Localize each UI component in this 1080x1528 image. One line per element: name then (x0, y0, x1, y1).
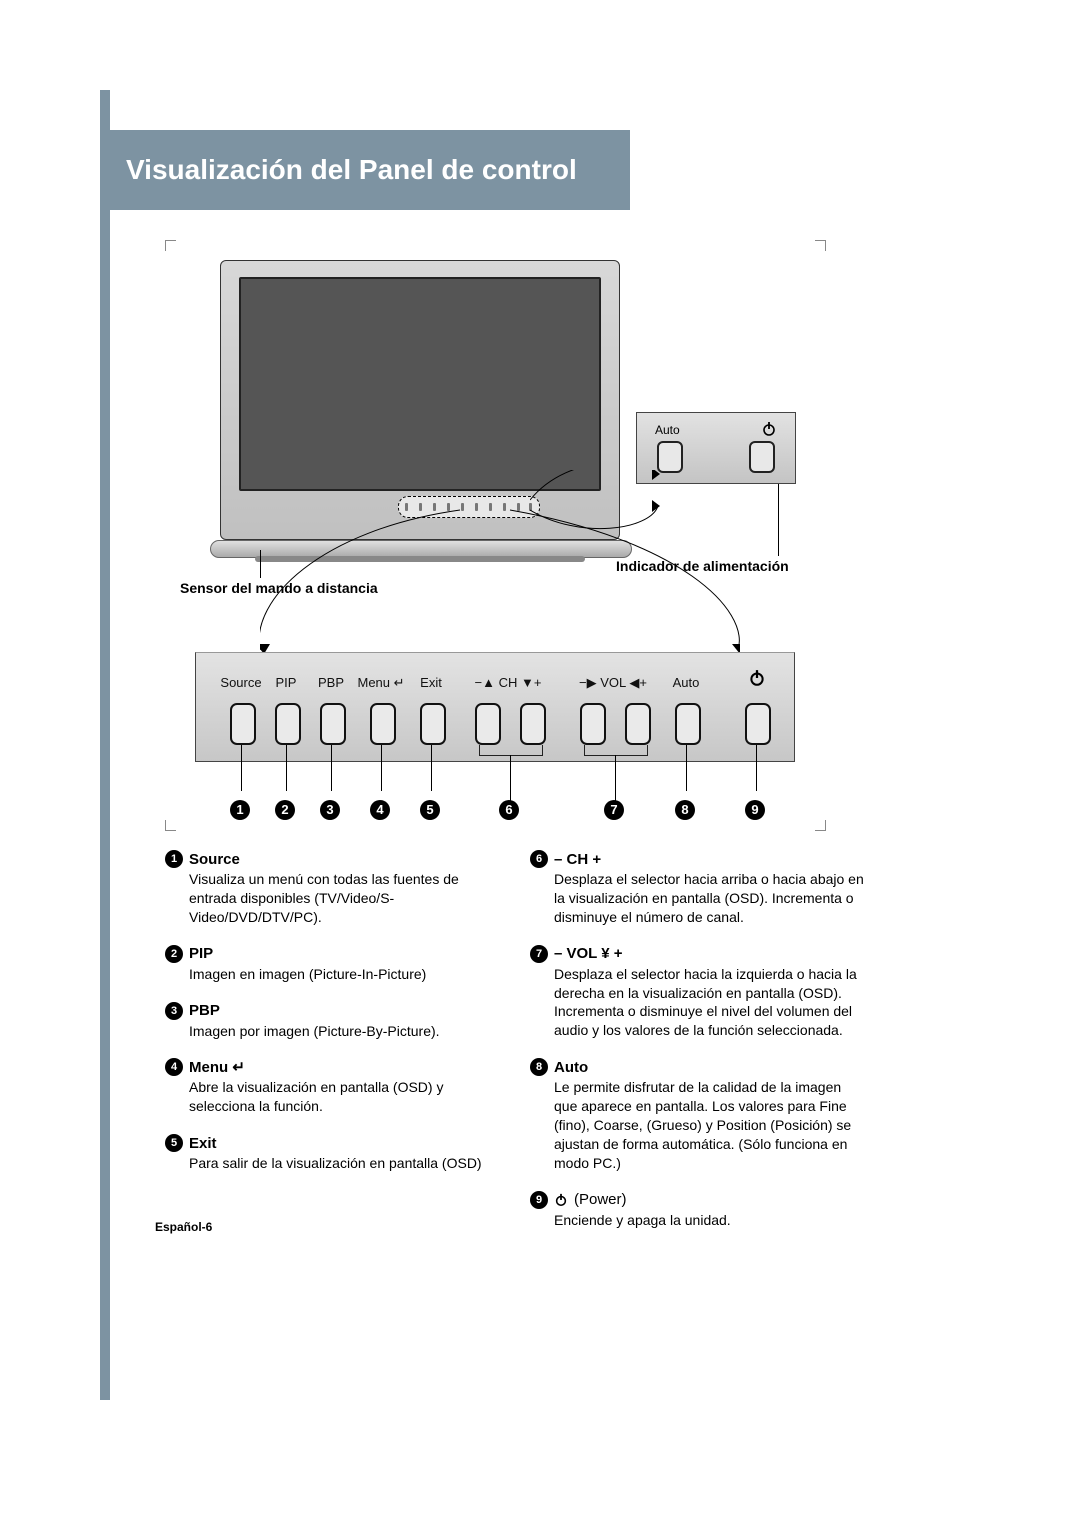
inset-auto-button[interactable] (657, 441, 683, 473)
definitions-left: 1Source Visualiza un menú con todas las … (165, 850, 500, 1248)
ch-up-button[interactable] (520, 703, 546, 745)
marker-7: 7 (604, 800, 624, 820)
panel-label-pbp: PBP (318, 675, 344, 690)
vol-down-button[interactable] (580, 703, 606, 745)
def-vol: 7– VOL ¥ + Desplaza el selector hacia la… (530, 945, 865, 1041)
inset-power-button[interactable] (749, 441, 775, 473)
exit-button[interactable] (420, 703, 446, 745)
corner-bracket (815, 240, 826, 251)
pointer-line (241, 745, 242, 791)
def-menu: 4Menu ↵ Abre la visualización en pantall… (165, 1058, 500, 1116)
corner-bracket (165, 820, 176, 831)
def-pbp: 3PBP Imagen por imagen (Picture-By-Pictu… (165, 1002, 500, 1041)
pbp-button[interactable] (320, 703, 346, 745)
def-ch: 6– CH + Desplaza el selector hacia arrib… (530, 850, 865, 927)
marker-9: 9 (745, 800, 765, 820)
pointer-line (778, 484, 779, 556)
ch-down-button[interactable] (475, 703, 501, 745)
pip-button[interactable] (275, 703, 301, 745)
tv-screen (239, 277, 601, 491)
def-source: 1Source Visualiza un menú con todas las … (165, 850, 500, 927)
tv-foot (255, 556, 585, 562)
panel-label-exit: Exit (420, 675, 442, 690)
remote-sensor-caption: Sensor del mando a distancia (180, 580, 378, 596)
panel-label-menu: Menu ↵ (357, 675, 404, 691)
auto-button[interactable] (675, 703, 701, 745)
marker-6: 6 (499, 800, 519, 820)
pointer-line (686, 745, 687, 791)
control-panel: Source PIP PBP Menu ↵ Exit −▲ CH ▼+ −▶ V… (195, 652, 795, 762)
page-number: Español-6 (155, 1220, 212, 1234)
panel-label-vol: −▶ VOL ◀+ (579, 675, 647, 691)
marker-4: 4 (370, 800, 390, 820)
left-rail (100, 90, 110, 1400)
vol-bracket (584, 745, 648, 756)
inset-auto-label: Auto (655, 423, 680, 437)
menu-button[interactable] (370, 703, 396, 745)
marker-3: 3 (320, 800, 340, 820)
tv-button-strip (398, 496, 540, 518)
panel-label-source: Source (220, 675, 261, 690)
pointer-line (510, 755, 511, 801)
marker-8: 8 (675, 800, 695, 820)
page-title-bar: Visualización del Panel de control (110, 130, 630, 210)
def-exit: 5Exit Para salir de la visualización en … (165, 1134, 500, 1173)
pointer-line (615, 755, 616, 801)
marker-1: 1 (230, 800, 250, 820)
ch-bracket (479, 745, 543, 756)
power-icon (554, 1193, 568, 1207)
def-auto: 8Auto Le permite disfrutar de la calidad… (530, 1058, 865, 1172)
power-icon (748, 669, 766, 687)
pointer-line (260, 550, 261, 578)
vol-up-button[interactable] (625, 703, 651, 745)
panel-label-pip: PIP (276, 675, 297, 690)
corner-bracket (165, 240, 176, 251)
pointer-line (756, 745, 757, 791)
power-icon (761, 421, 777, 437)
def-pip: 2PIP Imagen en imagen (Picture-In-Pictur… (165, 945, 500, 984)
page-title: Visualización del Panel de control (126, 154, 577, 186)
power-button[interactable] (745, 703, 771, 745)
panel-label-ch: −▲ CH ▼+ (475, 675, 542, 690)
source-button[interactable] (230, 703, 256, 745)
definitions: 1Source Visualiza un menú con todas las … (165, 850, 865, 1248)
pointer-line (381, 745, 382, 791)
inset-zoom: Auto (636, 412, 796, 484)
corner-bracket (815, 820, 826, 831)
def-power: 9 (Power) Enciende y apaga la unidad. (530, 1191, 865, 1230)
definitions-right: 6– CH + Desplaza el selector hacia arrib… (530, 850, 865, 1248)
power-indicator-caption: Indicador de alimentación (616, 558, 789, 574)
pointer-line (286, 745, 287, 791)
pointer-line (331, 745, 332, 791)
marker-5: 5 (420, 800, 440, 820)
pointer-line (431, 745, 432, 791)
marker-2: 2 (275, 800, 295, 820)
panel-label-auto: Auto (673, 675, 700, 690)
